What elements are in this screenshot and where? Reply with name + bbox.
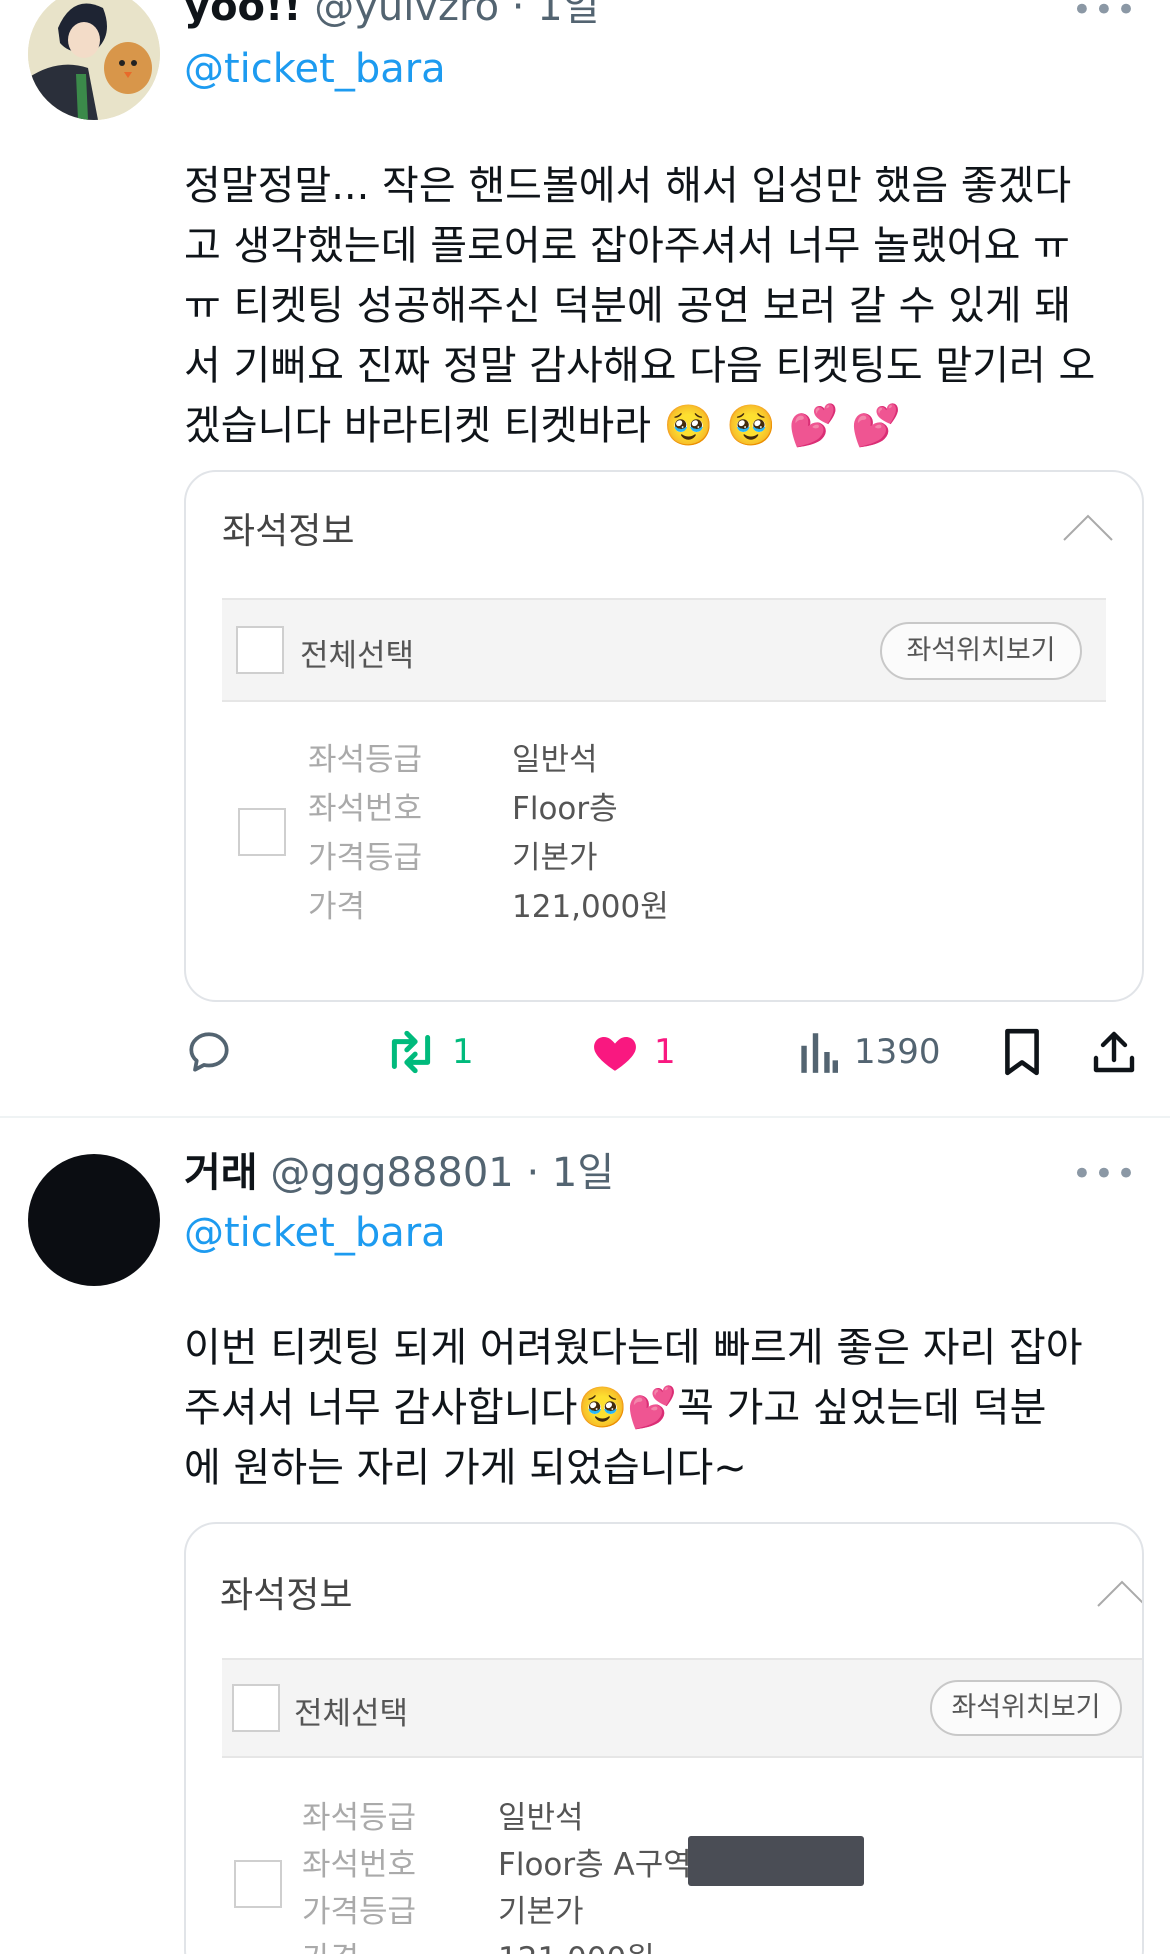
select-all-label: 전체선택 [294, 1696, 409, 1732]
seat-checkbox[interactable] [238, 808, 286, 856]
tweet-2[interactable]: 거래 @ggg88801 · 1일 ••• @ticket_bara 이번 티켓… [0, 1118, 1170, 1954]
more-icon[interactable]: ••• [1072, 0, 1138, 27]
chevron-up-icon[interactable] [1062, 512, 1114, 542]
price-value: 121,000원 [498, 1933, 655, 1954]
retweet-button[interactable]: 1 [384, 1022, 474, 1082]
tweet-text-line: 이번 티켓팅 되게 어려웠다는데 빠르게 좋은 자리 잡아 [184, 1325, 1083, 1371]
reply-to-handle[interactable]: @ticket_bara [184, 44, 446, 94]
seat-info-card[interactable]: 좌석정보 전체선택 좌석위치보기 좌석등급 일반석 좌석번호 Floor층 가격… [184, 470, 1144, 1002]
like-button[interactable]: 1 [590, 1022, 676, 1082]
seat-grade-value: 일반석 [498, 1800, 584, 1836]
tweet-text-segment: 겠습니다 바라티켓 티켓바라 [184, 403, 652, 449]
tweet-text-segment: 주셔서 너무 감사합니다 [184, 1385, 578, 1431]
handle-and-time[interactable]: @yuivzro · 1일 [314, 0, 599, 30]
price-grade-value: 기본가 [512, 840, 598, 876]
select-all-bar: 전체선택 좌석위치보기 [222, 1658, 1142, 1758]
tweet-text-line: 겠습니다 바라티켓 티켓바라 🥹 🥹 💕 💕 [184, 396, 1144, 456]
pleading-face-emoji: 🥹 [726, 403, 777, 449]
seat-number-value: Floor층 [512, 791, 618, 827]
seat-number-label: 좌석번호 [308, 791, 423, 827]
share-icon [1093, 1031, 1135, 1073]
card-title: 좌석정보 [220, 1575, 353, 1616]
select-all-bar: 전체선택 좌석위치보기 [222, 598, 1106, 702]
handle-and-time[interactable]: @ggg88801 · 1일 [270, 1150, 614, 1196]
view-seat-location-button[interactable]: 좌석위치보기 [930, 1680, 1122, 1736]
display-name[interactable]: yoo!! [184, 0, 302, 30]
reply-icon [189, 1032, 229, 1072]
views-count: 1390 [854, 1032, 941, 1072]
tweet-actions: 1 1 1390 [184, 1022, 1144, 1082]
views-icon [801, 1033, 838, 1073]
seat-grade-value: 일반석 [512, 742, 598, 778]
bookmark-button[interactable] [1000, 1022, 1044, 1082]
two-hearts-emoji: 💕 [788, 403, 839, 449]
like-icon [594, 1037, 636, 1071]
price-grade-label: 가격등급 [308, 840, 423, 876]
tweet-text-segment: 꼭 가고 싶었는데 덕분 [677, 1385, 1047, 1431]
retweet-icon [391, 1030, 431, 1074]
tweet-text: 이번 티켓팅 되게 어려웠다는데 빠르게 좋은 자리 잡아 주셔서 너무 감사합… [184, 1318, 1144, 1498]
bookmark-icon [1005, 1028, 1039, 1076]
pleading-face-emoji: 🥹 [663, 403, 714, 449]
seat-number-value: Floor층 A구역 [498, 1847, 692, 1883]
card-title: 좌석정보 [222, 511, 355, 552]
tweet-text-line: 에 원하는 자리 가게 되었습니다~ [184, 1445, 747, 1491]
view-seat-location-button[interactable]: 좌석위치보기 [880, 622, 1082, 680]
seat-grade-label: 좌석등급 [302, 1800, 417, 1836]
tweet-text-line: 주셔서 너무 감사합니다🥹💕꼭 가고 싶었는데 덕분 [184, 1378, 1144, 1438]
two-hearts-emoji: 💕 [627, 1385, 678, 1431]
redaction-block [688, 1836, 864, 1886]
more-icon[interactable]: ••• [1072, 1157, 1138, 1191]
price-grade-label: 가격등급 [302, 1894, 417, 1930]
display-name[interactable]: 거래 [184, 1150, 258, 1196]
like-count: 1 [654, 1032, 676, 1072]
chevron-up-icon[interactable] [1096, 1578, 1144, 1608]
tweet-1[interactable]: yoo!! @yuivzro · 1일 ••• @ticket_bara 정말정… [0, 0, 1170, 1118]
tweet-header: yoo!! @yuivzro · 1일 [184, 0, 600, 32]
seat-grade-label: 좌석등급 [308, 742, 423, 778]
tweet-text-line: 정말정말... 작은 핸드볼에서 해서 입성만 했음 좋겠다 [184, 163, 1072, 209]
price-label: 가격 [302, 1933, 359, 1954]
avatar[interactable] [28, 1154, 160, 1286]
select-all-checkbox[interactable] [236, 626, 284, 674]
pleading-face-emoji: 🥹 [577, 1385, 628, 1431]
price-grade-value: 기본가 [498, 1894, 584, 1930]
seat-number-label: 좌석번호 [302, 1847, 417, 1883]
tweet-text-line: ㅠ 티켓팅 성공해주신 덕분에 공연 보러 갈 수 있게 돼 [184, 283, 1072, 329]
seat-checkbox[interactable] [234, 1860, 282, 1908]
select-all-label: 전체선택 [300, 638, 415, 674]
tweet-text: 정말정말... 작은 핸드볼에서 해서 입성만 했음 좋겠다 고 생각했는데 플… [184, 156, 1144, 456]
two-hearts-emoji: 💕 [851, 403, 902, 449]
seat-info-card[interactable]: 좌석정보 전체선택 좌석위치보기 좌석등급 일반석 좌석번호 Floor층 A구… [184, 1522, 1144, 1954]
price-value: 121,000원 [512, 889, 669, 925]
tweet-text-line: 서 기뻐요 진짜 정말 감사해요 다음 티켓팅도 맡기러 오 [184, 343, 1096, 389]
select-all-checkbox[interactable] [232, 1684, 280, 1732]
reply-button[interactable] [184, 1022, 234, 1082]
price-label: 가격 [308, 889, 366, 925]
tweet-text-line: 고 생각했는데 플로어로 잡아주셔서 너무 놀랬어요 ㅠ [184, 223, 1070, 269]
views-button[interactable]: 1390 [796, 1022, 941, 1082]
share-button[interactable] [1090, 1022, 1138, 1082]
avatar[interactable] [28, 0, 160, 120]
tweet-header: 거래 @ggg88801 · 1일 [184, 1148, 614, 1198]
reply-to-handle[interactable]: @ticket_bara [184, 1208, 446, 1258]
retweet-count: 1 [452, 1032, 474, 1072]
